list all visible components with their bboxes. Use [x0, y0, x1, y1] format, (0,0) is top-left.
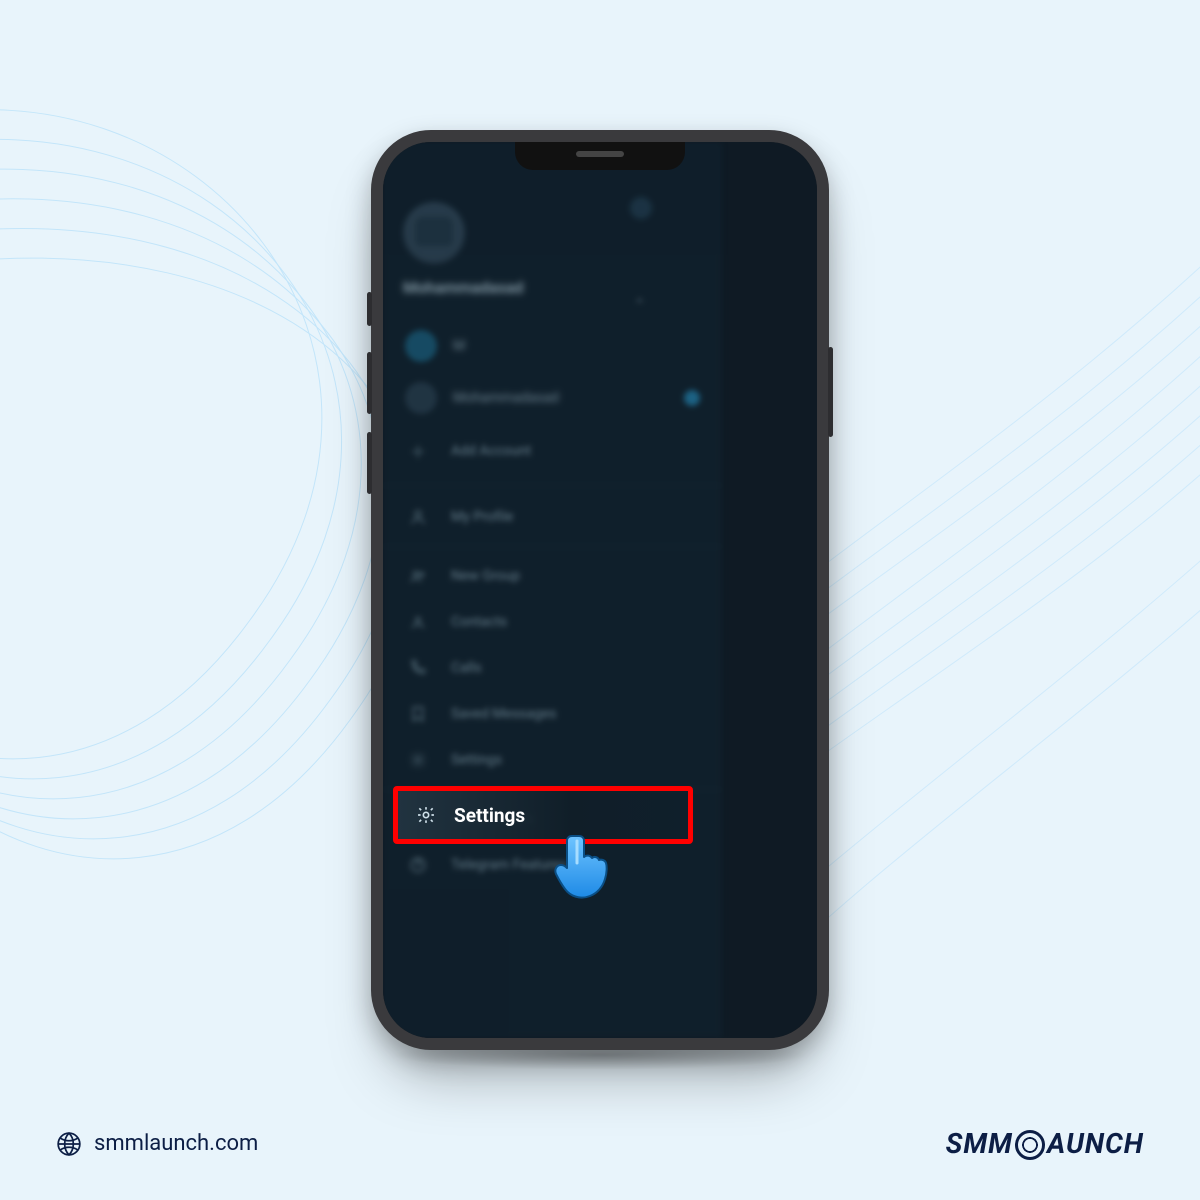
- footer-site[interactable]: smmlaunch.com: [56, 1131, 258, 1157]
- contacts-icon: [407, 613, 429, 631]
- menu-settings[interactable]: Settings: [383, 737, 722, 783]
- gear-icon: [407, 751, 429, 769]
- phone-speaker: [576, 151, 624, 157]
- gear-icon: [416, 805, 436, 825]
- footer: smmlaunch.com SMM AUNCH: [0, 1127, 1200, 1160]
- phone-power-button: [828, 347, 833, 437]
- menu-label: Saved Messages: [451, 706, 557, 722]
- phone-side-button: [367, 292, 372, 326]
- theme-toggle-icon[interactable]: [630, 197, 652, 219]
- menu-label: Telegram Features: [451, 857, 567, 873]
- menu-contacts[interactable]: Contacts: [383, 599, 722, 645]
- menu-calls[interactable]: Calls: [383, 645, 722, 691]
- phone-volume-down: [367, 432, 372, 494]
- settings-label: Settings: [454, 804, 525, 827]
- account-name: Mohammadasad: [453, 390, 668, 406]
- menu-label: My Profile: [451, 509, 513, 525]
- menu-label: Contacts: [451, 614, 507, 630]
- account-item[interactable]: Mohammadasad: [383, 372, 722, 424]
- help-icon: [407, 856, 429, 874]
- account-avatar: [405, 382, 437, 414]
- active-account-dot: [684, 390, 700, 406]
- account-name: M: [453, 338, 700, 354]
- account-list: M Mohammadasad ＋ Add Account: [383, 310, 722, 486]
- menu-new-group[interactable]: New Group: [383, 553, 722, 599]
- menu-label: Settings: [451, 752, 502, 768]
- cursor-hand-icon: [553, 830, 617, 904]
- phone-icon: [407, 659, 429, 677]
- avatar: [403, 202, 465, 264]
- menu-my-profile[interactable]: My Profile: [383, 494, 722, 540]
- brand-text-left: SMM: [946, 1127, 1013, 1160]
- menu-saved-messages[interactable]: Saved Messages: [383, 691, 722, 737]
- footer-url: smmlaunch.com: [94, 1131, 258, 1156]
- add-account-label: Add Account: [451, 443, 531, 459]
- profile-name: Mohammadasad: [403, 278, 702, 297]
- account-item[interactable]: M: [383, 320, 722, 372]
- user-icon: [407, 508, 429, 526]
- plus-icon: ＋: [407, 438, 429, 463]
- phone-frame: Mohammadasad ⌃ M Mohammadasad ＋: [371, 130, 829, 1050]
- phone-screen: Mohammadasad ⌃ M Mohammadasad ＋: [383, 142, 817, 1038]
- profile-header[interactable]: Mohammadasad: [383, 182, 722, 310]
- chevron-up-icon[interactable]: ⌃: [634, 297, 646, 313]
- globe-icon: [56, 1131, 82, 1157]
- menu-label: Calls: [451, 660, 482, 676]
- menu-label: New Group: [451, 568, 520, 584]
- bookmark-icon: [407, 705, 429, 723]
- add-account-item[interactable]: ＋ Add Account: [383, 424, 722, 477]
- brand-text-right: AUNCH: [1047, 1127, 1144, 1160]
- brand-logo: SMM AUNCH: [946, 1127, 1144, 1160]
- highlighted-settings-item[interactable]: Settings: [393, 786, 693, 844]
- brand-ring-icon: [1015, 1130, 1045, 1160]
- phone-volume-up: [367, 352, 372, 414]
- menu-separator: [383, 546, 722, 547]
- group-icon: [407, 567, 429, 585]
- account-avatar: [405, 330, 437, 362]
